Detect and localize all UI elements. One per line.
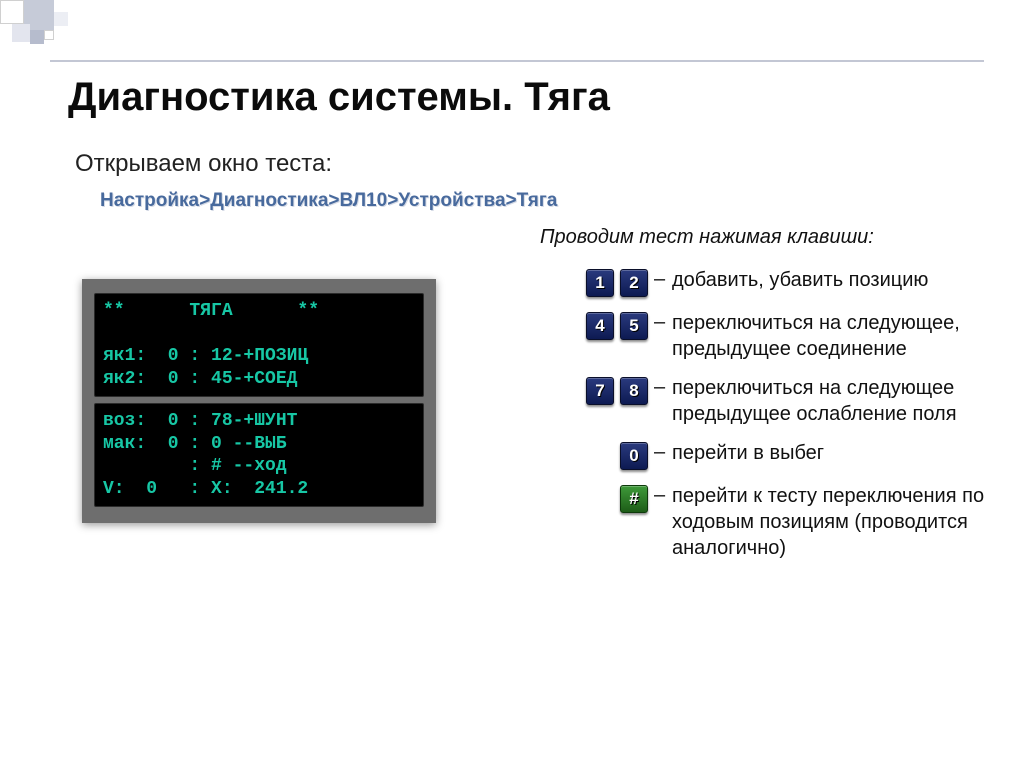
key-1: 1 — [586, 269, 614, 297]
legend-desc: переключиться на следующее предыдущее ос… — [672, 376, 988, 427]
title-rule — [50, 60, 984, 62]
legend-dash: – — [648, 376, 672, 399]
key-0: 0 — [620, 442, 648, 470]
key-8: 8 — [620, 377, 648, 405]
key-5: 5 — [620, 312, 648, 340]
terminal-screen-2: воз: 0 : 78-+ШУНТ мак: 0 : 0 --ВЫБ : # -… — [94, 403, 424, 507]
legend-dash: – — [648, 441, 672, 464]
legend-desc: перейти к тесту переключения по ходовым … — [672, 484, 988, 561]
legend-dash: – — [648, 268, 672, 291]
running-test-label: Проводим тест нажимая клавиши: — [540, 226, 874, 249]
terminal-screen-1: ** ТЯГА ** як1: 0 : 12-+ПОЗИЦ як2: 0 : 4… — [94, 293, 424, 397]
key-4: 4 — [586, 312, 614, 340]
key-2: 2 — [620, 269, 648, 297]
key-hash: # — [620, 485, 648, 513]
page-title: Диагностика системы. Тяга — [68, 75, 610, 120]
breadcrumb: Настройка>Диагностика>ВЛ10>Устройства>Тя… — [100, 190, 557, 212]
legend-row: 1 2 – добавить, убавить позицию — [568, 268, 988, 297]
legend-desc: добавить, убавить позицию — [672, 268, 988, 294]
legend-dash: – — [648, 484, 672, 507]
legend-dash: – — [648, 311, 672, 334]
legend-row: 7 8 – переключиться на следующее предыду… — [568, 376, 988, 427]
corner-decoration — [0, 0, 90, 60]
open-window-label: Открываем окно теста: — [75, 150, 332, 178]
legend-row: 0 – перейти в выбег — [568, 441, 988, 470]
legend-desc: переключиться на следующее, предыдущее с… — [672, 311, 988, 362]
legend-row: 4 5 – переключиться на следующее, предыд… — [568, 311, 988, 362]
key-7: 7 — [586, 377, 614, 405]
key-legend: 1 2 – добавить, убавить позицию 4 5 – пе… — [568, 268, 988, 575]
legend-row: # – перейти к тесту переключения по ходо… — [568, 484, 988, 561]
terminal-device: ** ТЯГА ** як1: 0 : 12-+ПОЗИЦ як2: 0 : 4… — [82, 279, 436, 523]
legend-desc: перейти в выбег — [672, 441, 988, 467]
